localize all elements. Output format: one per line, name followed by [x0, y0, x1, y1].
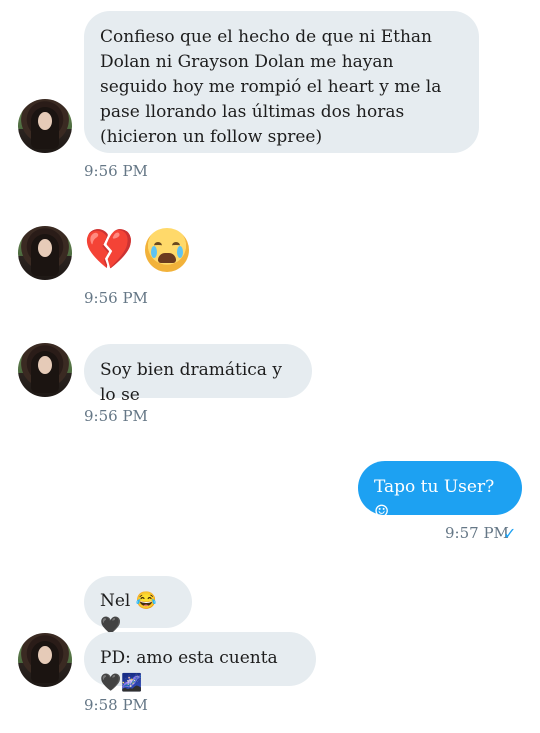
- message-timestamp: 9:56 PM: [84, 162, 148, 180]
- avatar[interactable]: [18, 226, 72, 280]
- avatar[interactable]: [18, 633, 72, 687]
- crying-face-icon: 😭: [145, 228, 189, 272]
- message-text: Soy bien dramática y lo se: [100, 360, 282, 405]
- message-bubble: Confieso que el hecho de que ni Ethan Do…: [84, 11, 479, 153]
- message-bubble: Nel 😂🖤: [84, 576, 192, 636]
- message-text: Nel 😂🖤: [100, 591, 157, 636]
- message-text: PD: amo esta cuenta 🖤🌌: [100, 648, 278, 693]
- broken-heart-icon: 💔: [84, 227, 134, 273]
- message-timestamp: 9:58 PM: [84, 696, 148, 714]
- message-text: Confieso que el hecho de que ni Ethan Do…: [100, 27, 442, 147]
- message-bubble: PD: amo esta cuenta 🖤🌌: [84, 632, 316, 693]
- message-bubble: Tapo tu User? ☺: [358, 461, 522, 522]
- message-bubble: Soy bien dramática y lo se: [84, 344, 312, 405]
- message-timestamp: 9:57 PM: [445, 524, 509, 542]
- avatar[interactable]: [18, 343, 72, 397]
- avatar[interactable]: [18, 99, 72, 153]
- message-text: Tapo tu User? ☺: [374, 477, 495, 522]
- message-timestamp: 9:56 PM: [84, 407, 148, 425]
- checkmark-icon: ✓: [503, 524, 517, 543]
- message-timestamp: 9:56 PM: [84, 289, 148, 307]
